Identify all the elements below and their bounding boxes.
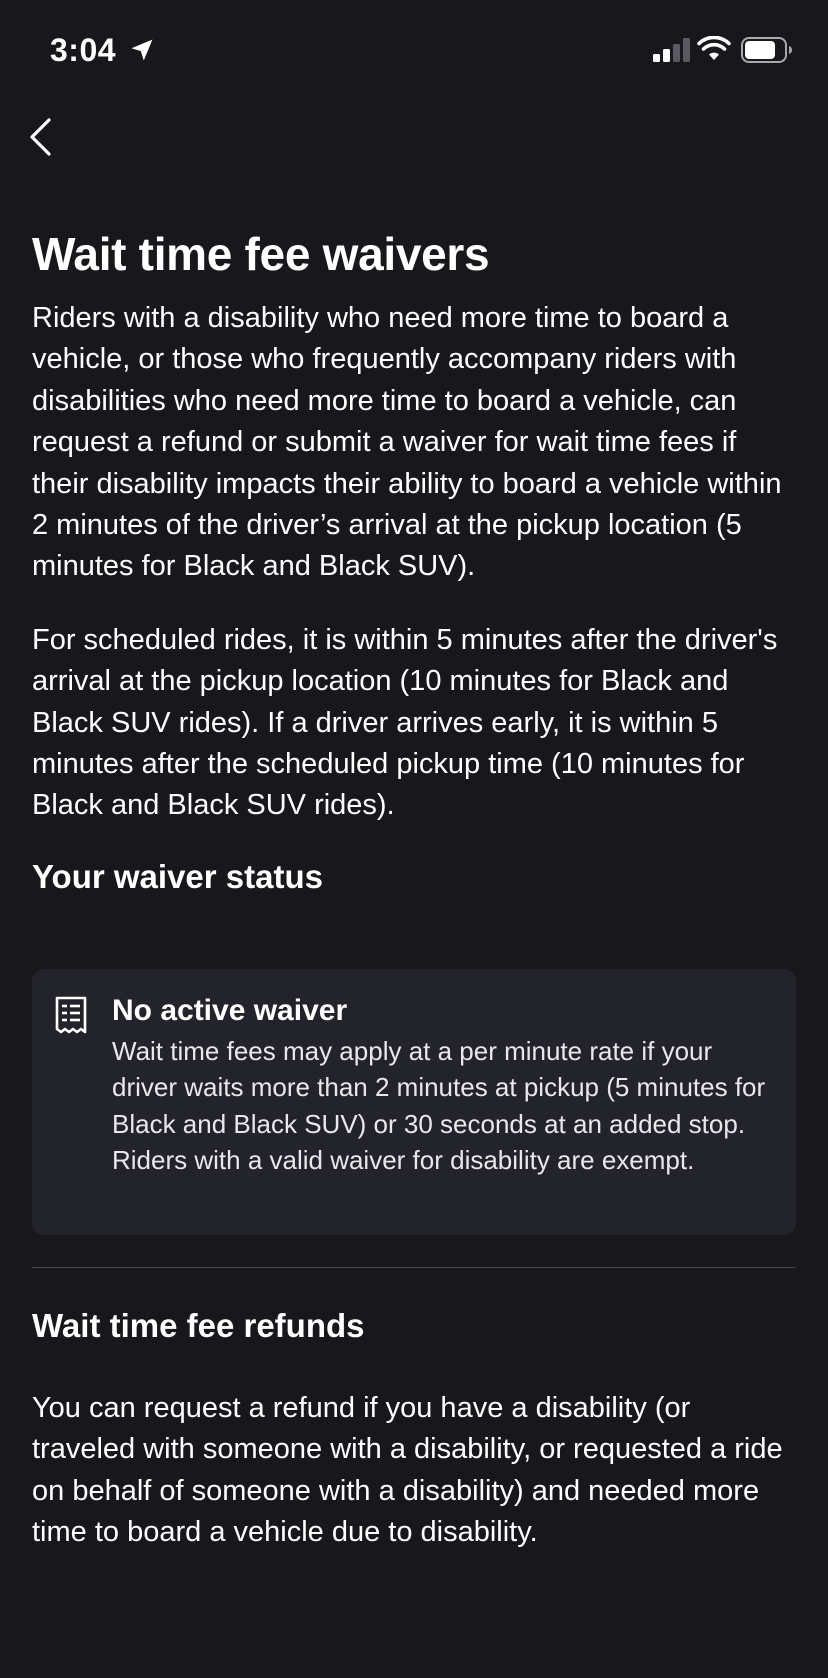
scheduled-rides-paragraph: For scheduled rides, it is within 5 minu… — [32, 623, 778, 822]
document-icon — [55, 996, 87, 1034]
location-arrow-icon — [131, 39, 153, 61]
wifi-icon — [697, 36, 731, 60]
intro-paragraph: Riders with a disability who need more t… — [32, 302, 782, 583]
battery-icon — [741, 37, 792, 63]
section-divider — [32, 1266, 796, 1268]
waiver-card-text: Wait time fees may apply at a per minute… — [112, 1035, 766, 1176]
back-button[interactable] — [26, 112, 66, 162]
chevron-left-icon — [30, 118, 51, 156]
page-title: Wait time fee waivers — [32, 228, 490, 280]
waiver-card-title: No active waiver — [112, 993, 348, 1027]
refunds-heading: Wait time fee refunds — [32, 1306, 365, 1344]
status-bar: 3:04 — [0, 0, 828, 100]
cellular-signal-icon — [653, 38, 690, 62]
main-content: Wait time fee waivers Riders with a disa… — [32, 222, 796, 1554]
refunds-paragraph: You can request a refund if you have a d… — [32, 1391, 783, 1549]
status-time: 3:04 — [50, 32, 117, 68]
waiver-status-card: No active waiver Wait time fees may appl… — [32, 968, 796, 1235]
waiver-status-heading: Your waiver status — [32, 857, 323, 895]
